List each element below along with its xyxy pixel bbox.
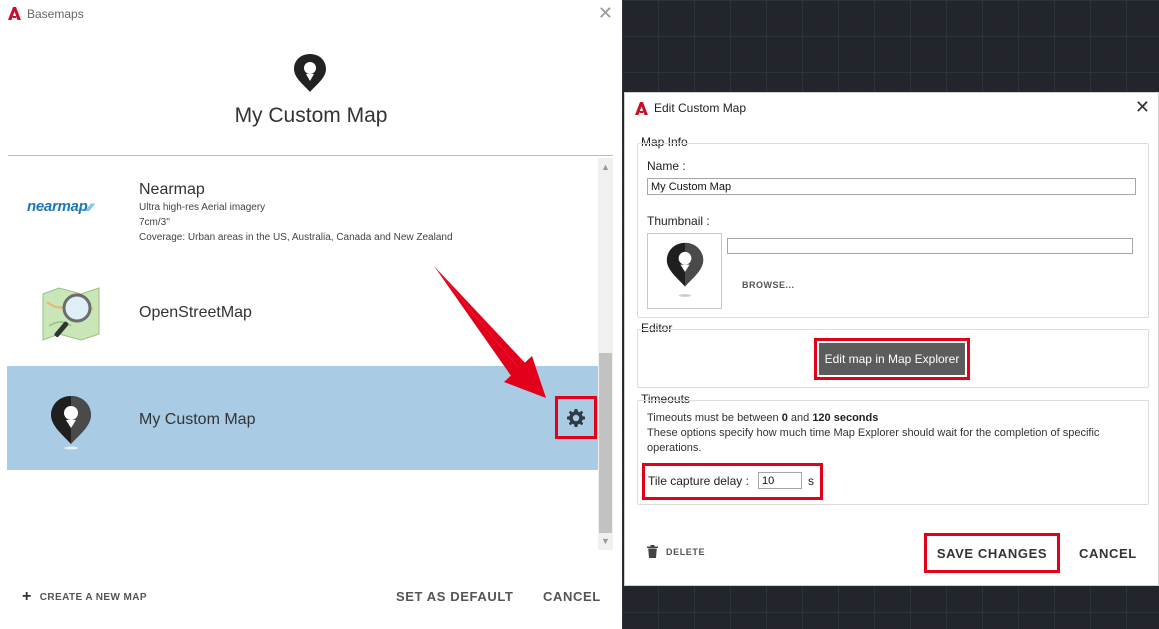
map-pin-icon: [294, 54, 326, 92]
thumbnail-path-input[interactable]: [727, 238, 1133, 254]
autocad-logo-icon: [635, 102, 648, 115]
map-settings-button[interactable]: [555, 396, 597, 439]
thumbnail-preview: [647, 233, 722, 309]
timeout-range-prefix: Timeouts must be between: [647, 412, 782, 424]
nearmap-logo-mark-icon: ⁄⁄⁄: [87, 202, 93, 214]
map-item-name: OpenStreetMap: [139, 304, 252, 321]
selected-map-title: My Custom Map: [234, 104, 388, 127]
desc-line: Coverage: Urban areas in the US, Austral…: [139, 232, 453, 243]
name-input[interactable]: [647, 178, 1136, 195]
map-pin-icon: [666, 242, 703, 297]
set-as-default-button[interactable]: SET AS DEFAULT: [396, 589, 513, 604]
close-icon[interactable]: ✕: [1135, 98, 1150, 116]
edit-in-map-explorer-button[interactable]: Edit map in Map Explorer: [819, 343, 965, 375]
nearmap-logo-text: nearmap: [27, 198, 88, 215]
tile-capture-delay-unit: s: [808, 474, 814, 488]
delete-button[interactable]: DELETE: [647, 545, 705, 558]
openstreetmap-logo-icon: [42, 287, 100, 341]
tile-capture-delay-label: Tile capture delay :: [648, 474, 749, 488]
desc-line: 7cm/3'': [139, 217, 171, 228]
dialog-titlebar: Edit Custom Map ✕: [625, 93, 1159, 123]
nearmap-logo: nearmap⁄⁄⁄: [27, 198, 92, 215]
gear-icon: [567, 408, 585, 427]
map-item-name: Nearmap: [139, 181, 205, 198]
save-changes-button[interactable]: SAVE CHANGES: [927, 536, 1057, 570]
cancel-button[interactable]: CANCEL: [1079, 546, 1137, 561]
map-pin-icon: [51, 396, 91, 450]
desc-line: Ultra high-res Aerial imagery: [139, 202, 266, 213]
tile-capture-delay-input[interactable]: [758, 472, 802, 489]
autocad-logo-icon: [8, 7, 21, 20]
basemaps-titlebar: Basemaps ✕: [0, 0, 622, 28]
name-label: Name :: [647, 159, 686, 173]
scroll-thumb[interactable]: [599, 353, 612, 533]
close-icon[interactable]: ✕: [598, 4, 613, 22]
thumbnail-label: Thumbnail :: [647, 214, 710, 228]
map-item-name: My Custom Map: [139, 411, 256, 428]
timeout-range-and: and: [787, 412, 813, 424]
plus-icon: +: [22, 588, 32, 605]
tile-capture-delay-highlight: Tile capture delay : s: [642, 463, 823, 500]
annotation-arrow-icon: [434, 266, 546, 398]
cancel-button[interactable]: CANCEL: [543, 589, 601, 604]
save-changes-highlight: SAVE CHANGES: [924, 533, 1060, 573]
map-item-description: Ultra high-res Aerial imagery 7cm/3'' Co…: [139, 200, 453, 245]
delete-label: DELETE: [666, 546, 706, 557]
scroll-up-arrow-icon[interactable]: ▲: [598, 160, 613, 174]
timeout-description: These options specify how much time Map …: [647, 427, 1100, 439]
timeout-max-value: 120 seconds: [812, 412, 879, 424]
timeout-description-cont: operations.: [647, 442, 702, 454]
browse-button[interactable]: BROWSE...: [742, 280, 795, 290]
basemaps-title: Basemaps: [27, 7, 84, 21]
edit-in-map-explorer-highlight: Edit map in Map Explorer: [814, 338, 970, 380]
trash-icon: [647, 545, 658, 558]
scroll-down-arrow-icon[interactable]: ▼: [598, 534, 613, 548]
create-new-map-button[interactable]: + CREATE A NEW MAP: [22, 588, 147, 606]
timeout-range-text: Timeouts must be between 0 and 120 secon…: [647, 411, 878, 426]
dialog-title: Edit Custom Map: [654, 101, 747, 115]
edit-custom-map-dialog: Edit Custom Map ✕ Map Info Name : Thumbn…: [624, 92, 1159, 586]
divider: [8, 155, 613, 156]
map-list-scrollbar[interactable]: ▲ ▼: [598, 158, 613, 550]
map-item-nearmap[interactable]: nearmap⁄⁄⁄ Nearmap Ultra high-res Aerial…: [7, 158, 598, 262]
create-new-map-label: CREATE A NEW MAP: [39, 591, 147, 603]
